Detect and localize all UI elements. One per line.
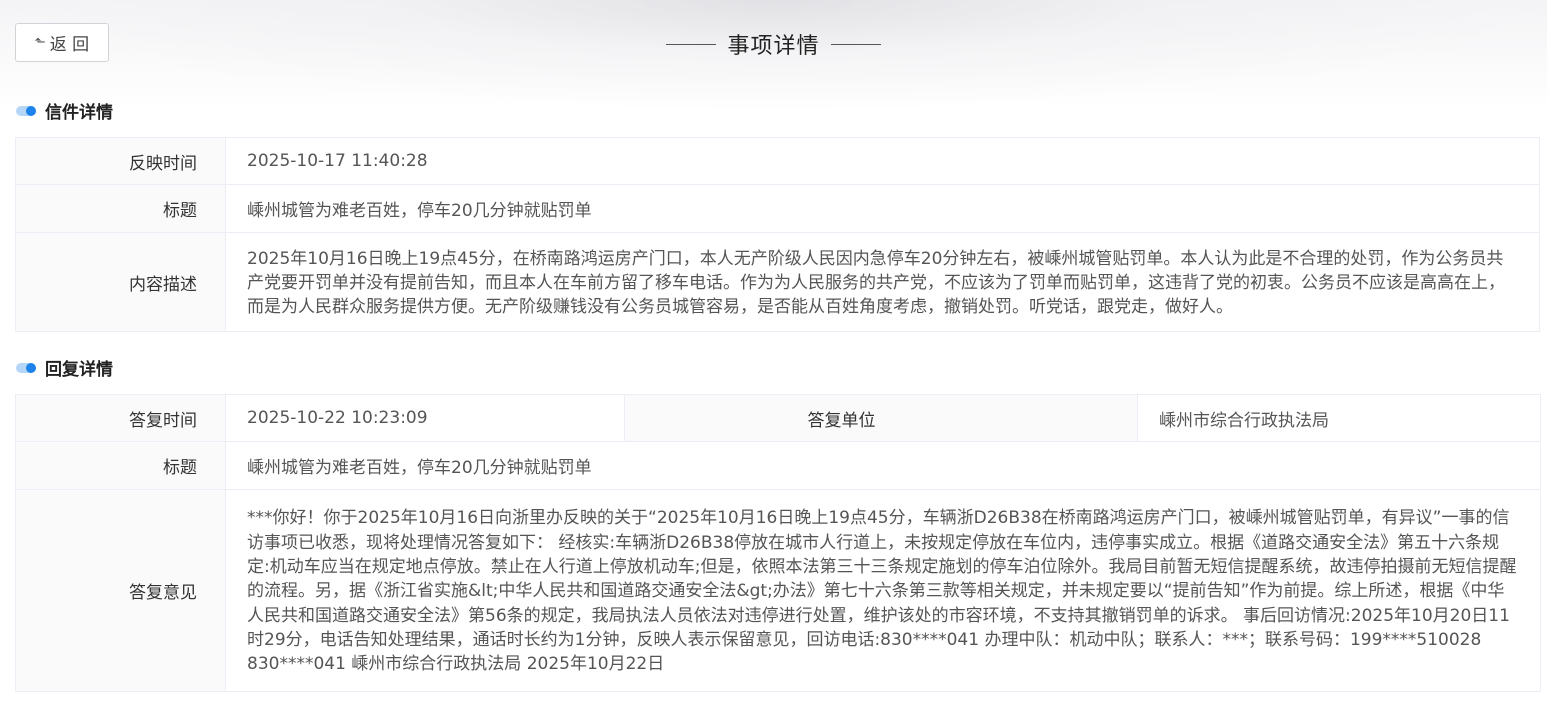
table-row: 答复意见 ***你好！你于2025年10月16日向浙里办反映的关于“2025年1… xyxy=(15,489,1541,692)
page-title: 事项详情 xyxy=(727,34,820,59)
reply-opinion-label: 答复意见 xyxy=(15,489,226,692)
reply-details-table: 答复时间 2025-10-22 10:23:09 答复单位 嵊州市综合行政执法局… xyxy=(15,394,1541,692)
letter-content-label: 内容描述 xyxy=(15,232,226,332)
reply-title-value: 嵊州城管为难老百姓，停车20几分钟就贴罚单 xyxy=(225,441,1541,490)
table-row: 反映时间 2025-10-17 11:40:28 xyxy=(15,137,1540,185)
reply-time-value: 2025-10-22 10:23:09 xyxy=(225,394,625,442)
reply-unit-label: 答复单位 xyxy=(624,394,1138,442)
reply-section-title: 回复详情 xyxy=(45,360,113,380)
table-row: 标题 嵊州城管为难老百姓，停车20几分钟就贴罚单 xyxy=(15,441,1541,490)
section-toggle-icon xyxy=(16,105,36,116)
letter-title-value: 嵊州城管为难老百姓，停车20几分钟就贴罚单 xyxy=(225,184,1540,233)
reply-time-label: 答复时间 xyxy=(15,394,226,442)
reply-unit-value: 嵊州市综合行政执法局 xyxy=(1137,394,1541,442)
page-title-container: 事项详情 xyxy=(0,28,1547,60)
section-toggle-icon xyxy=(16,362,36,373)
table-row: 标题 嵊州城管为难老百姓，停车20几分钟就贴罚单 xyxy=(15,184,1540,233)
letter-time-value: 2025-10-17 11:40:28 xyxy=(225,137,1540,185)
table-row: 答复时间 2025-10-22 10:23:09 答复单位 嵊州市综合行政执法局 xyxy=(15,394,1541,442)
letter-section-header: 信件详情 xyxy=(16,98,113,123)
reply-section-header: 回复详情 xyxy=(16,355,113,380)
table-row: 内容描述 2025年10月16日晚上19点45分，在桥南路鸿运房产门口，本人无产… xyxy=(15,232,1540,332)
title-line-right xyxy=(830,43,881,45)
reply-title-label: 标题 xyxy=(15,441,226,490)
title-line-left xyxy=(666,43,717,45)
letter-content-value: 2025年10月16日晚上19点45分，在桥南路鸿运房产门口，本人无产阶级人民因… xyxy=(225,232,1540,332)
letter-section-title: 信件详情 xyxy=(45,103,113,123)
letter-title-label: 标题 xyxy=(15,184,226,233)
letter-details-table: 反映时间 2025-10-17 11:40:28 标题 嵊州城管为难老百姓，停车… xyxy=(15,137,1540,332)
reply-opinion-value: ***你好！你于2025年10月16日向浙里办反映的关于“2025年10月16日… xyxy=(225,489,1541,692)
letter-time-label: 反映时间 xyxy=(15,137,226,185)
